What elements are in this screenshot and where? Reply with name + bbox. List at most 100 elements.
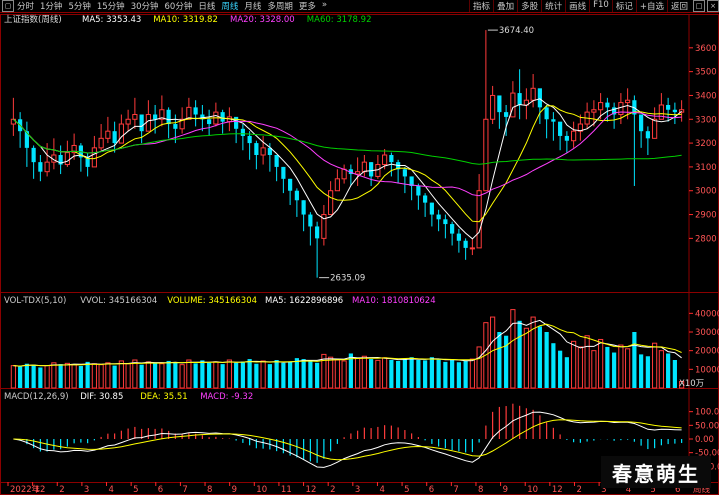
candle-body: [591, 109, 597, 113]
volume-bar: [571, 340, 577, 389]
volume-bar: [618, 344, 624, 389]
volume-bar: [267, 364, 272, 388]
volume-bar: [226, 359, 232, 389]
volume-bar: [436, 359, 441, 388]
volume-bar: [118, 360, 124, 389]
candle-body: [666, 104, 671, 110]
volume-bar: [10, 365, 16, 389]
candle-body: [315, 226, 320, 239]
price-legend-3: MA60: 3178.92: [307, 15, 372, 25]
candle-body: [443, 219, 448, 225]
ma5-line: [13, 98, 682, 240]
candle-body: [64, 152, 70, 166]
volume-bar: [220, 364, 225, 388]
candle-body: [564, 135, 569, 141]
x-tick-label: 5: [133, 485, 138, 495]
volume-bar: [409, 357, 414, 388]
vol-y-tick-label: 20000: [695, 347, 719, 357]
volume-bar: [612, 352, 617, 388]
candle-body: [504, 112, 509, 117]
x-tick-label: 9: [503, 485, 508, 495]
macd-y-tick-label: 50.00: [695, 421, 719, 431]
vol-legend-1: VVOL: 345166304: [80, 296, 157, 306]
x-tick-label: 10: [527, 485, 538, 495]
volume-bar: [639, 354, 644, 388]
x-tick-label: 3: [84, 485, 89, 495]
macd-legend-1: DIF: 30.85: [80, 392, 123, 402]
stock-chart[interactable]: 3600350034003300320031003000290028003674…: [0, 0, 719, 495]
volume-bar: [105, 362, 111, 389]
candle-body: [530, 87, 536, 101]
x-tick-label: 2: [59, 485, 64, 495]
candle-body: [193, 107, 198, 115]
candle-body: [598, 102, 604, 111]
candle-body: [658, 104, 664, 120]
vol-legend-2: VOLUME: 345166304: [167, 296, 257, 306]
y-tick-label: 3500: [695, 68, 717, 78]
y-tick-label: 3100: [695, 163, 717, 173]
x-tick-label: 6: [429, 485, 434, 495]
volume-bar: [207, 362, 212, 388]
candle-body: [402, 169, 407, 177]
candle-body: [281, 166, 286, 179]
candle-body: [389, 155, 394, 163]
vol-y-tick-label: 10000: [695, 365, 719, 375]
volume-bar: [375, 359, 381, 389]
volume-bar: [517, 320, 522, 388]
candle-body: [207, 119, 212, 125]
vol-y-tick-label: 40000: [695, 309, 719, 319]
candle-body: [605, 102, 610, 108]
candle-body: [537, 88, 542, 108]
candle-body: [510, 92, 516, 118]
x-tick-label: 7: [182, 485, 187, 495]
volume-bar: [632, 332, 637, 388]
y-tick-label: 2800: [695, 234, 717, 244]
candle-body: [625, 99, 631, 104]
vol-legend-3: MA5: 1622896896: [265, 296, 343, 306]
volume-bar: [658, 350, 664, 389]
candle-body: [91, 147, 97, 168]
volume-bar: [193, 363, 198, 388]
candle-body: [369, 162, 374, 177]
volume-bar: [544, 332, 549, 388]
candle-body: [240, 128, 245, 136]
macd-legend-0: MACD(12,26,9): [4, 392, 69, 402]
candle-body: [288, 178, 293, 191]
candle-body: [125, 118, 131, 125]
volume-bar: [564, 357, 569, 388]
volume-bar: [429, 357, 434, 388]
candle-body: [132, 114, 138, 120]
volume-bar: [598, 338, 604, 389]
volume-bar: [132, 359, 138, 389]
candle-body: [38, 162, 43, 172]
candle-body: [44, 161, 50, 173]
x-tick-label: 11: [281, 485, 292, 495]
volume-bar: [416, 360, 421, 388]
price-legend-0: MA5: 3353.43: [82, 15, 141, 25]
candle-body: [112, 131, 117, 144]
volume-bar: [281, 362, 286, 388]
ma10-line: [13, 105, 682, 223]
low-annotation: 2635.09: [330, 274, 365, 284]
candle-body: [483, 118, 489, 192]
candle-body: [260, 147, 266, 156]
candle-body: [308, 214, 313, 227]
volume-bar: [301, 359, 306, 388]
price-legend-2: MA20: 3328.00: [230, 15, 295, 25]
x-tick-label: 7: [453, 485, 458, 495]
volume-bar: [145, 361, 151, 389]
volume-bar: [476, 346, 482, 389]
vol-y-tick-label: 30000: [695, 328, 719, 338]
candle-body: [139, 114, 144, 132]
price-legend-1: MA10: 3319.82: [153, 15, 218, 25]
x-tick-label: 4: [379, 485, 384, 495]
x-tick-label: 3: [355, 485, 360, 495]
high-annotation: 3674.40: [499, 26, 534, 36]
macd-legend-3: MACD: -9.32: [200, 392, 253, 402]
volume-bar: [200, 360, 205, 388]
volume-bar: [591, 350, 597, 389]
candle-body: [551, 119, 556, 122]
y-tick-label: 3000: [695, 187, 717, 197]
x-tick-label: 10: [256, 485, 267, 495]
volume-bar: [125, 363, 131, 389]
